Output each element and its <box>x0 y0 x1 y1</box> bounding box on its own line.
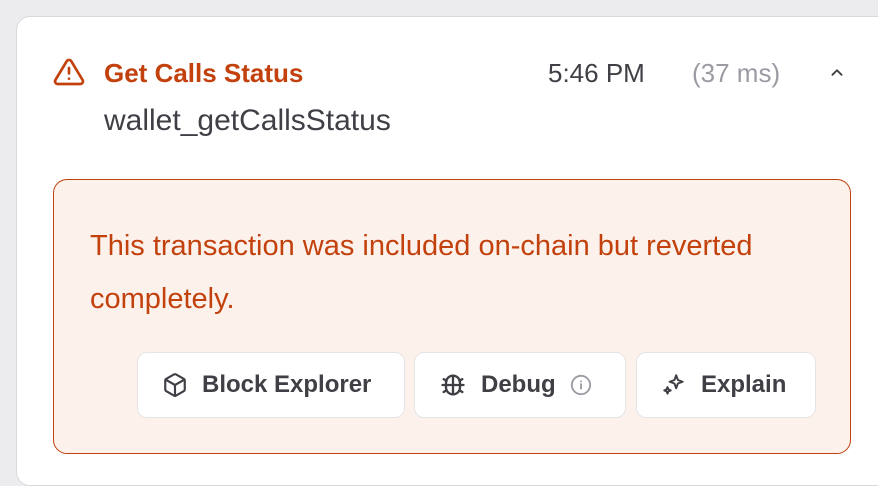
sparkles-icon <box>661 372 687 398</box>
call-time: 5:46 PM <box>548 58 645 88</box>
error-alert: This transaction was included on-chain b… <box>53 179 851 454</box>
explain-button[interactable]: Explain <box>636 352 816 418</box>
call-title: Get Calls Status <box>104 58 304 88</box>
debug-button[interactable]: Debug <box>414 352 626 418</box>
block-explorer-button[interactable]: Block Explorer <box>137 352 405 418</box>
warning-triangle-icon <box>53 56 85 88</box>
chevron-up-icon[interactable] <box>826 62 848 84</box>
call-method: wallet_getCallsStatus <box>104 104 391 137</box>
error-message: This transaction was included on-chain b… <box>90 230 753 315</box>
explain-label: Explain <box>701 371 787 398</box>
debug-label: Debug <box>481 371 556 398</box>
call-duration: (37 ms) <box>692 58 781 88</box>
cube-icon <box>162 372 188 398</box>
block-explorer-label: Block Explorer <box>202 371 372 398</box>
call-header[interactable]: Get Calls Status wallet_getCallsStatus 5… <box>0 0 878 150</box>
info-circle-icon[interactable] <box>570 374 592 396</box>
bug-icon <box>439 371 467 399</box>
